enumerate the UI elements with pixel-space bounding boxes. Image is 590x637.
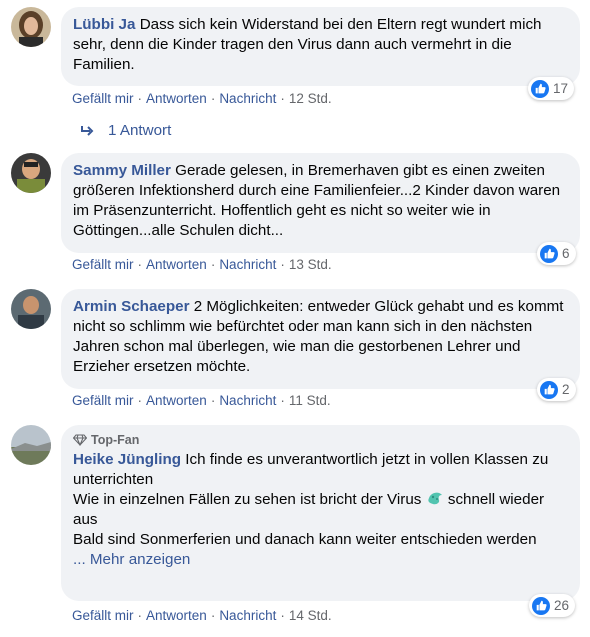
- reaction-count[interactable]: 6: [537, 242, 576, 265]
- message-link[interactable]: Nachricht: [219, 257, 276, 272]
- comment-bubble: Sammy Miller Gerade gelesen, in Bremerha…: [61, 153, 580, 253]
- like-icon: [540, 380, 558, 399]
- reaction-number: 2: [562, 382, 570, 397]
- timestamp[interactable]: 14 Std.: [289, 608, 332, 623]
- separator: ·: [137, 257, 143, 272]
- timestamp[interactable]: 12 Std.: [289, 91, 332, 106]
- separator: ·: [280, 257, 285, 272]
- comment-text-line: Heike Jüngling Ich finde es unverantwort…: [73, 450, 568, 490]
- diamond-icon: [73, 434, 87, 446]
- like-link[interactable]: Gefällt mir: [72, 257, 134, 272]
- like-icon: [532, 596, 550, 615]
- like-link[interactable]: Gefällt mir: [72, 91, 134, 106]
- message-link[interactable]: Nachricht: [219, 608, 276, 623]
- comment-actions: Gefällt mir · Antworten · Nachricht · 13 Std.: [72, 257, 332, 272]
- separator: ·: [137, 393, 143, 408]
- like-icon: [540, 244, 558, 263]
- separator: ·: [280, 393, 285, 408]
- comment-actions: Gefällt mir · Antworten · Nachricht · 11 Std.: [72, 393, 331, 408]
- like-link[interactable]: Gefällt mir: [72, 608, 134, 623]
- comment-text: Bald sind Sonmerferien und danach kann w…: [73, 531, 537, 548]
- comment-author[interactable]: Heike Jüngling: [73, 451, 181, 468]
- comment-text: Wie in einzelnen Fällen zu sehen ist bri…: [73, 491, 422, 508]
- view-replies-link[interactable]: 1 Antwort: [80, 122, 171, 139]
- comment-author[interactable]: Armin Schaeper: [73, 298, 189, 315]
- comment-author[interactable]: Lübbi Ja: [73, 16, 135, 33]
- reaction-count[interactable]: 2: [537, 378, 576, 401]
- comment-actions: Gefällt mir · Antworten · Nachricht · 14 Std.: [72, 608, 332, 623]
- separator: ·: [137, 608, 143, 623]
- comment-bubble: Armin Schaeper 2 Möglichkeiten: entweder…: [61, 289, 580, 389]
- avatar[interactable]: [11, 7, 51, 47]
- avatar[interactable]: [11, 289, 51, 329]
- avatar[interactable]: [11, 153, 51, 193]
- separator: ·: [137, 91, 143, 106]
- comment-text: Dass sich kein Widerstand bei den Eltern…: [73, 16, 542, 73]
- reaction-number: 6: [562, 246, 570, 261]
- reaction-count[interactable]: 26: [529, 594, 576, 617]
- microbe-emoji-icon: [427, 492, 442, 505]
- separator: ·: [210, 393, 216, 408]
- comment-bubble: Lübbi Ja Dass sich kein Widerstand bei d…: [61, 7, 580, 86]
- top-fan-badge: Top-Fan: [73, 432, 568, 448]
- reaction-number: 26: [554, 598, 570, 613]
- top-fan-label: Top-Fan: [91, 433, 140, 447]
- reply-link[interactable]: Antworten: [146, 91, 207, 106]
- avatar[interactable]: [11, 425, 51, 465]
- comment-actions: Gefällt mir · Antworten · Nachricht · 12 Std.: [72, 91, 332, 106]
- separator: ·: [210, 608, 216, 623]
- timestamp[interactable]: 11 Std.: [289, 393, 331, 408]
- separator: ·: [210, 257, 216, 272]
- timestamp[interactable]: 13 Std.: [289, 257, 332, 272]
- comment-author[interactable]: Sammy Miller: [73, 162, 171, 179]
- reply-link[interactable]: Antworten: [146, 257, 207, 272]
- reply-link[interactable]: Antworten: [146, 608, 207, 623]
- separator: ·: [280, 91, 285, 106]
- reply-link[interactable]: Antworten: [146, 393, 207, 408]
- message-link[interactable]: Nachricht: [219, 91, 276, 106]
- reply-arrow-icon: [81, 125, 94, 136]
- message-link[interactable]: Nachricht: [219, 393, 276, 408]
- reaction-count[interactable]: 17: [528, 77, 575, 100]
- reaction-number: 17: [553, 81, 569, 96]
- separator: ·: [280, 608, 285, 623]
- separator: ·: [210, 91, 216, 106]
- replies-count[interactable]: 1 Antwort: [108, 122, 171, 139]
- comment-text-line: Bald sind Sonmerferien und danach kann w…: [73, 530, 568, 550]
- comment-bubble: Top-Fan Heike Jüngling Ich finde es unve…: [61, 425, 580, 601]
- comment-text-line: Wie in einzelnen Fällen zu sehen ist bri…: [73, 490, 568, 530]
- like-link[interactable]: Gefällt mir: [72, 393, 134, 408]
- like-icon: [531, 79, 549, 98]
- see-more-link[interactable]: ... Mehr anzeigen: [73, 550, 568, 570]
